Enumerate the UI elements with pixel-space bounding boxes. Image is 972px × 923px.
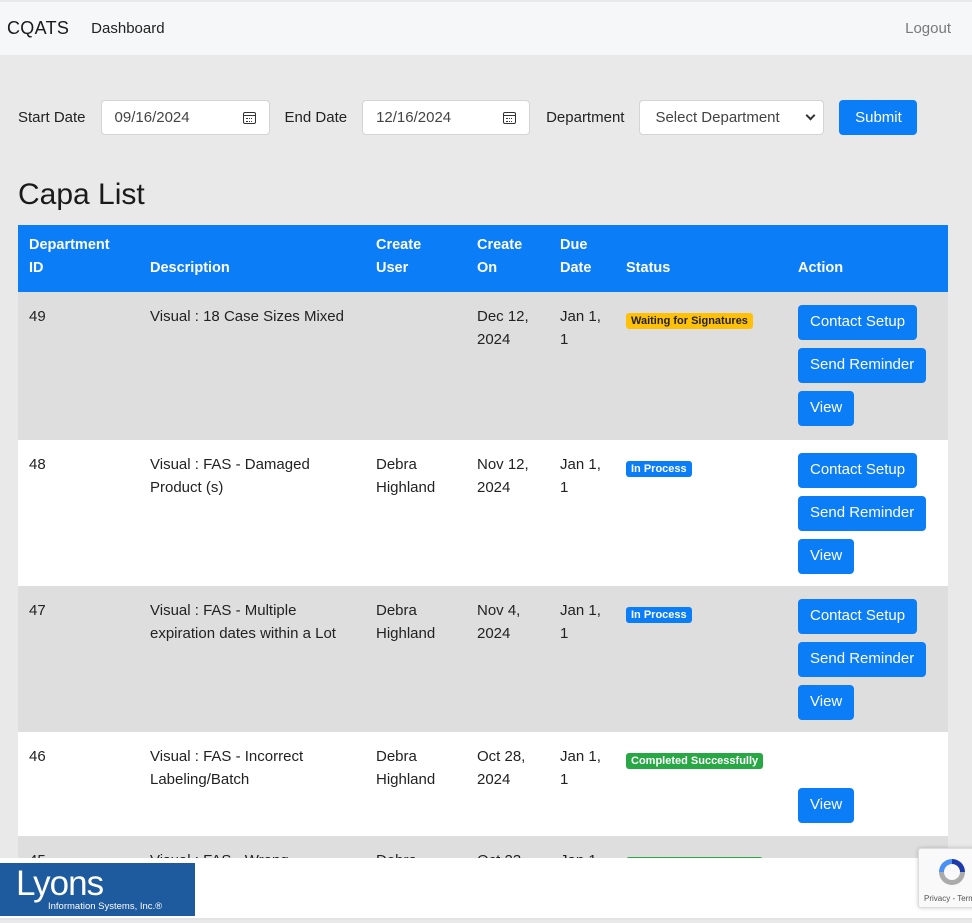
cell-description: Visual : FAS - Multiple expiration dates… [150,602,336,642]
cell-description: Visual : 18 Case Sizes Mixed [150,308,344,325]
cell-description: Visual : FAS - Incorrect Labeling/Batch [150,748,304,788]
header-create-user: Create User [376,237,422,276]
status-badge: In Process [626,461,692,477]
end-date-value: 12/16/2024 [376,109,452,126]
cell-due-date: Jan 1, 1 [560,308,601,348]
end-date-input[interactable]: 12/16/2024 [362,100,531,135]
brand-link[interactable]: CQATS [7,18,69,39]
view-button[interactable]: View [798,391,855,426]
header-status: Status [626,260,671,276]
department-label: Department [546,109,625,126]
table-body: 49 Visual : 18 Case Sizes Mixed Dec 12, 20… [18,292,948,896]
page-title: Capa List [18,178,145,211]
view-button[interactable]: View [798,539,855,574]
status-badge: In Process [626,607,692,623]
status-badge: Waiting for Signatures [626,313,753,329]
cell-status: In Process [626,457,692,480]
end-date-label: End Date [284,109,348,126]
cell-create-user: Debra Highland [376,748,436,788]
table-row: 48 Visual : FAS - Damaged Product (s) Debr… [18,440,948,586]
lyons-logo: Lyons Information Systems, Inc.® [0,863,195,916]
start-date-input[interactable]: 09/16/2024 [100,100,270,135]
submit-button[interactable]: Submit [839,100,918,135]
calendar-icon[interactable] [242,111,256,124]
capa-table: Department ID Description Create User Cr… [18,225,948,896]
cell-status: Waiting for Signatures [626,309,753,332]
header-due-date: Due Date [560,237,592,276]
table-row: 47 Visual : FAS - Multiple expiration dat… [18,586,948,732]
cell-action: View [798,788,855,823]
cell-due-date: Jan 1, 1 [560,602,601,642]
cell-due-date: Jan 1, 1 [560,456,601,496]
recaptcha-privacy-terms[interactable]: Privacy - Terms [924,894,972,903]
header-action: Action [798,260,844,276]
filter-bar: Start Date 09/16/2024 End Date 12/16/202… [18,100,918,135]
cell-department-id: 48 [29,456,46,473]
contact-setup-button[interactable]: Contact Setup [798,305,918,340]
table-header: Department ID Description Create User Cr… [18,225,948,292]
department-selected-value: Select Department [655,109,780,126]
cell-description: Visual : FAS - Damaged Product (s) [150,456,310,496]
header-department-id: Department ID [29,237,110,276]
header-create-on: Create On [477,237,523,276]
cell-department-id: 46 [29,748,46,765]
view-button[interactable]: View [798,685,855,720]
calendar-icon[interactable] [503,111,517,124]
table-row: 49 Visual : 18 Case Sizes Mixed Dec 12, 20… [18,292,948,440]
send-reminder-button[interactable]: Send Reminder [798,496,927,531]
cell-action: Contact Setup Send Reminder View [798,453,927,574]
send-reminder-button[interactable]: Send Reminder [798,642,927,677]
cell-status: Completed Successfully [626,749,764,772]
cell-create-on: Oct 28, 2024 [477,748,526,788]
contact-setup-button[interactable]: Contact Setup [798,599,918,634]
navbar: CQATS Dashboard Logout [0,2,972,55]
cell-department-id: 47 [29,602,46,619]
header-description: Description [150,260,230,276]
footer: Lyons Information Systems, Inc.® [0,858,972,920]
view-button[interactable]: View [798,788,855,823]
cell-status: In Process [626,603,692,626]
cell-create-user: Debra Highland [376,456,436,496]
cell-create-on: Nov 4, 2024 [477,602,521,642]
send-reminder-button[interactable]: Send Reminder [798,348,927,383]
cell-create-user: Debra Highland [376,602,436,642]
cell-action: Contact Setup Send Reminder View [798,305,927,426]
chevron-down-icon [806,110,816,121]
cell-action: Contact Setup Send Reminder View [798,599,927,720]
start-date-label: Start Date [18,109,86,126]
cell-create-on: Nov 12, 2024 [477,456,529,496]
recaptcha-badge[interactable]: Privacy - Terms [918,848,972,908]
status-badge: Completed Successfully [626,753,764,769]
logout-link[interactable]: Logout [905,20,951,37]
recaptcha-icon [939,859,965,885]
department-select[interactable]: Select Department [639,100,825,135]
cell-due-date: Jan 1, 1 [560,748,601,788]
start-date-value: 09/16/2024 [114,109,190,126]
table-row: 46 Visual : FAS - Incorrect Labeling/Batc… [18,732,948,836]
cell-department-id: 49 [29,308,46,325]
logo-sub-text: Information Systems, Inc.® [48,901,163,912]
cell-create-on: Dec 12, 2024 [477,308,529,348]
contact-setup-button[interactable]: Contact Setup [798,453,918,488]
nav-dashboard-link[interactable]: Dashboard [91,20,164,37]
logo-main-text: Lyons [16,864,104,903]
